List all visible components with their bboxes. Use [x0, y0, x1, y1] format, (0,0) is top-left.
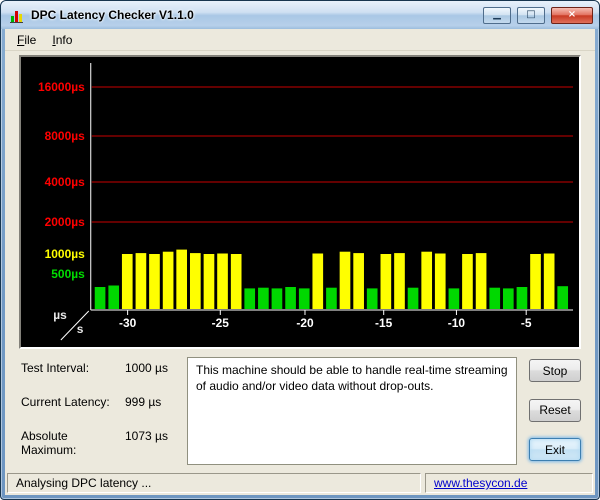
y-axis-label: 500µs [51, 267, 85, 281]
latency-bar [176, 249, 188, 309]
y-axis-unit: µs [53, 308, 67, 322]
latency-bar [149, 254, 160, 309]
latency-bar [121, 254, 133, 309]
y-axis-label: 16000µs [38, 80, 85, 94]
latency-bar [475, 253, 487, 309]
latency-bar [434, 253, 446, 309]
latency-bar [557, 286, 569, 309]
latency-bar [380, 254, 392, 309]
latency-bar [421, 251, 433, 309]
status-message-cell: Analysing DPC latency ... [7, 473, 421, 493]
latency-bar [312, 253, 324, 309]
latency-bar [366, 288, 378, 309]
maximize-button[interactable]: □ [517, 6, 545, 24]
latency-bar [271, 288, 283, 309]
latency-bar [94, 287, 106, 309]
button-column: Stop Reset Exit [529, 357, 581, 465]
menu-file[interactable]: File [9, 31, 44, 49]
x-axis-label: -30 [119, 316, 137, 330]
latency-bar [502, 288, 514, 309]
latency-bar [448, 288, 460, 309]
reset-button[interactable]: Reset [529, 398, 581, 422]
stats-column: Test Interval: 1000 µs Current Latency: … [13, 357, 175, 465]
latency-bar [394, 253, 405, 309]
close-button[interactable]: × [551, 6, 593, 24]
latency-bar [516, 287, 528, 309]
menu-bar: File Info [5, 29, 595, 51]
latency-bar [353, 253, 364, 309]
y-axis-label: 1000µs [45, 247, 85, 261]
current-latency-value: 999 µs [125, 395, 162, 409]
title-bar: DPC Latency Checker V1.1.0 ▁ □ × [1, 1, 599, 29]
window-title: DPC Latency Checker V1.1.0 [31, 8, 194, 22]
latency-bar [162, 251, 174, 309]
x-axis-label: -15 [375, 316, 393, 330]
latency-bar [339, 251, 351, 309]
y-axis-label: 4000µs [45, 175, 85, 189]
app-icon [10, 10, 23, 23]
app-window: DPC Latency Checker V1.1.0 ▁ □ × File In… [0, 0, 600, 500]
info-panel: Test Interval: 1000 µs Current Latency: … [13, 357, 581, 465]
latency-bar [462, 254, 473, 309]
chart-plot-area: 16000µs 8000µs 4000µs 2000µs 1000µs 500µs µs s -… [21, 57, 579, 347]
latency-bar [244, 288, 256, 309]
latency-bar [189, 253, 201, 309]
minimize-button[interactable]: ▁ [483, 6, 511, 24]
latency-chart: 16000µs 8000µs 4000µs 2000µs 1000µs 500µs µs s -… [19, 55, 581, 349]
x-axis-label: -25 [212, 316, 230, 330]
latency-bar [530, 254, 541, 309]
latency-bar [258, 287, 269, 309]
thesycon-link[interactable]: www.thesycon.de [434, 476, 527, 490]
stat-test-interval: Test Interval: 1000 µs [21, 361, 175, 375]
y-axis-label: 8000µs [45, 129, 85, 143]
absolute-maximum-label: Absolute Maximum: [21, 429, 77, 457]
latency-bar [407, 287, 419, 309]
latency-bar [298, 288, 310, 309]
status-bar: Analysing DPC latency ... www.thesycon.d… [5, 471, 595, 495]
latency-bar [326, 287, 337, 309]
x-axis-label: -5 [521, 316, 532, 330]
x-axis-label: -10 [448, 316, 466, 330]
status-text: Analysing DPC latency ... [16, 476, 152, 490]
absolute-maximum-value: 1073 µs [125, 429, 168, 443]
latency-bar [489, 287, 501, 309]
chart-canvas: 16000µs 8000µs 4000µs 2000µs 1000µs 500µs µss -… [38, 63, 574, 341]
latency-bar [203, 254, 215, 309]
stop-button[interactable]: Stop [529, 359, 581, 382]
exit-button[interactable]: Exit [529, 438, 581, 461]
test-interval-value: 1000 µs [125, 361, 168, 375]
x-axis-label: -20 [296, 316, 314, 330]
menu-info[interactable]: Info [44, 31, 80, 49]
latency-bar [543, 253, 555, 309]
latency-bar [135, 253, 147, 309]
y-axis-label: 2000µs [45, 215, 85, 229]
x-axis-unit: s [77, 322, 84, 336]
test-interval-label: Test Interval: [21, 361, 90, 375]
latency-bar [217, 253, 228, 309]
result-message-box: This machine should be able to handle re… [187, 357, 517, 465]
latency-bar [285, 287, 296, 309]
status-link-cell: www.thesycon.de [425, 473, 593, 493]
latency-bar [108, 285, 120, 309]
stat-current-latency: Current Latency: 999 µs [21, 395, 175, 409]
latency-bar [230, 254, 242, 309]
client-area: File Info 16000µs 8000µs 4000µs 2000µs 1000µ… [5, 29, 595, 495]
stat-absolute-maximum: Absolute Maximum: 1073 µs [21, 429, 175, 457]
current-latency-label: Current Latency: [21, 395, 110, 409]
